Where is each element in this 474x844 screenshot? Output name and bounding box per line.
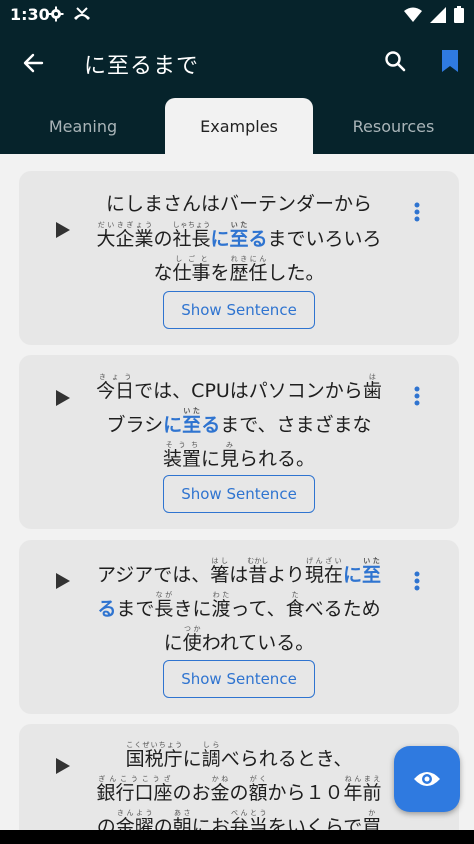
back-button[interactable]	[18, 48, 48, 78]
example-card: アジアでは、箸はしは昔むかしより現在げんざいに至いた るまで長ながきに渡わたって…	[19, 540, 459, 714]
status-time: 1:30	[10, 5, 50, 24]
show-sentence-button[interactable]: Show Sentence	[163, 660, 315, 698]
example-sentence: 今日きょうでは、CPUはパソコンから歯は ブラシに至いたるまで、さまざまな 装置…	[96, 373, 382, 470]
bookmark-button[interactable]	[436, 46, 464, 76]
show-sentence-button[interactable]: Show Sentence	[163, 291, 315, 329]
toggle-visibility-fab[interactable]	[394, 746, 460, 812]
example-sentence: にしまさんはバーテンダーから 大企業だいきぎょうの社長しゃちょうに至いたるまでい…	[96, 193, 382, 284]
example-card: 今日きょうでは、CPUはパソコンから歯は ブラシに至いたるまで、さまざまな 装置…	[19, 355, 459, 529]
phone-missed-icon	[74, 7, 90, 20]
example-card: 国税庁こくぜいちょうに調しらべられるとき、 銀行口座ぎんこうこうざのお金かねの額…	[19, 724, 459, 830]
wifi-icon	[404, 7, 422, 22]
tab-examples[interactable]: Examples	[165, 98, 313, 154]
play-icon	[56, 390, 70, 406]
arrow-back-icon	[23, 53, 44, 73]
play-button[interactable]	[53, 756, 73, 776]
search-icon	[385, 51, 406, 72]
app-bar: に至るまで	[0, 30, 474, 94]
search-button[interactable]	[380, 46, 410, 76]
more-options-button[interactable]	[407, 568, 427, 594]
example-card: にしまさんはバーテンダーから 大企業だいきぎょうの社長しゃちょうに至いたるまでい…	[19, 171, 459, 345]
more-vert-icon	[414, 571, 420, 591]
play-button[interactable]	[53, 571, 73, 591]
battery-icon	[454, 6, 464, 23]
play-icon	[56, 758, 70, 774]
more-options-button[interactable]	[407, 199, 427, 225]
system-nav-bar	[0, 830, 474, 844]
page-title: に至るまで	[84, 54, 200, 79]
more-vert-icon	[414, 202, 420, 222]
example-sentence: 国税庁こくぜいちょうに調しらべられるとき、 銀行口座ぎんこうこうざのお金かねの額…	[96, 741, 382, 830]
tab-bar: Meaning Examples Resources	[0, 94, 474, 154]
examples-list: にしまさんはバーテンダーから 大企業だいきぎょうの社長しゃちょうに至いたるまでい…	[0, 154, 474, 830]
tab-meaning[interactable]: Meaning	[0, 98, 166, 154]
tab-resources[interactable]: Resources	[313, 98, 474, 154]
eye-icon	[414, 772, 440, 786]
more-options-button[interactable]	[407, 383, 427, 409]
settings-gear-icon	[48, 6, 64, 22]
play-icon	[56, 222, 70, 238]
more-vert-icon	[414, 386, 420, 406]
play-button[interactable]	[53, 388, 73, 408]
example-sentence: アジアでは、箸はしは昔むかしより現在げんざいに至いた るまで長ながきに渡わたって…	[97, 557, 381, 654]
show-sentence-button[interactable]: Show Sentence	[163, 475, 315, 513]
status-bar: 1:30	[0, 0, 474, 30]
play-button[interactable]	[53, 220, 73, 240]
play-icon	[56, 573, 70, 589]
cell-signal-icon	[430, 6, 446, 23]
bookmark-icon	[442, 50, 458, 72]
